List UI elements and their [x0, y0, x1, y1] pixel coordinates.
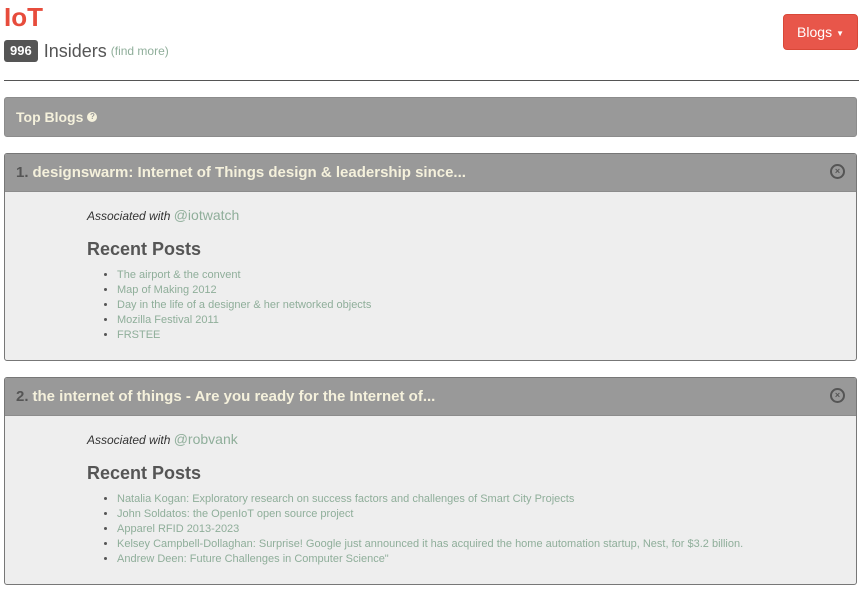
blog-card-body: Associated with @iotwatch Recent Posts T…	[5, 207, 856, 343]
header-divider	[4, 80, 859, 81]
post-link[interactable]: Map of Making 2012	[117, 283, 856, 298]
post-link[interactable]: The airport & the convent	[117, 268, 856, 283]
post-link[interactable]: Kelsey Campbell-Dollaghan: Surprise! Goo…	[117, 537, 856, 552]
blog-rank: 1.	[16, 164, 29, 181]
blog-rank: 2.	[16, 388, 29, 405]
insiders-count-badge: 996	[4, 40, 38, 62]
blogs-dropdown-button[interactable]: Blogs ▼	[783, 14, 858, 50]
post-link[interactable]: FRSTEE	[117, 328, 856, 343]
question-circle-icon[interactable]: ?	[87, 112, 98, 122]
recent-posts-heading: Recent Posts	[87, 239, 202, 259]
post-link[interactable]: Mozilla Festival 2011	[117, 313, 856, 328]
blogs-button-label: Blogs	[797, 24, 833, 40]
close-icon[interactable]: ×	[830, 164, 845, 179]
recent-posts-list: Natalia Kogan: Exploratory research on s…	[87, 492, 856, 567]
twitter-handle-link[interactable]: @iotwatch	[174, 207, 240, 223]
associated-with: Associated with @robvank	[87, 431, 856, 447]
page-header: IoT 996 Insiders (find more) Blogs ▼	[0, 0, 864, 82]
post-link[interactable]: Andrew Deen: Future Challenges in Comput…	[117, 552, 856, 567]
associated-label: Associated with	[87, 433, 171, 447]
insiders-row: 996 Insiders (find more)	[4, 40, 169, 62]
insiders-label: Insiders	[43, 40, 107, 61]
blog-card-header: 1. designswarm: Internet of Things desig…	[5, 154, 856, 192]
post-link[interactable]: Day in the life of a designer & her netw…	[117, 298, 856, 313]
blog-card: 2. the internet of things - Are you read…	[4, 377, 857, 585]
blog-card-body: Associated with @robvank Recent Posts Na…	[5, 431, 856, 567]
caret-down-icon: ▼	[836, 28, 844, 38]
close-icon[interactable]: ×	[830, 388, 845, 403]
blog-card: 1. designswarm: Internet of Things desig…	[4, 153, 857, 361]
twitter-handle-link[interactable]: @robvank	[174, 431, 238, 447]
top-blogs-label: Top Blogs	[16, 109, 84, 125]
post-link[interactable]: Apparel RFID 2013-2023	[117, 522, 856, 537]
associated-label: Associated with	[87, 209, 171, 223]
find-more-link[interactable]: (find more)	[111, 44, 169, 58]
blog-title-link[interactable]: designswarm: Internet of Things design &…	[33, 164, 466, 181]
blog-title-link[interactable]: the internet of things - Are you ready f…	[33, 388, 436, 405]
page-title: IoT	[4, 2, 43, 32]
post-link[interactable]: Natalia Kogan: Exploratory research on s…	[117, 492, 856, 507]
recent-posts-heading: Recent Posts	[87, 463, 202, 483]
recent-posts-list: The airport & the convent Map of Making …	[87, 268, 856, 343]
blog-card-header: 2. the internet of things - Are you read…	[5, 378, 856, 416]
associated-with: Associated with @iotwatch	[87, 207, 856, 223]
top-blogs-panel: Top Blogs ?	[4, 97, 857, 137]
post-link[interactable]: John Soldatos: the OpenIoT open source p…	[117, 507, 856, 522]
